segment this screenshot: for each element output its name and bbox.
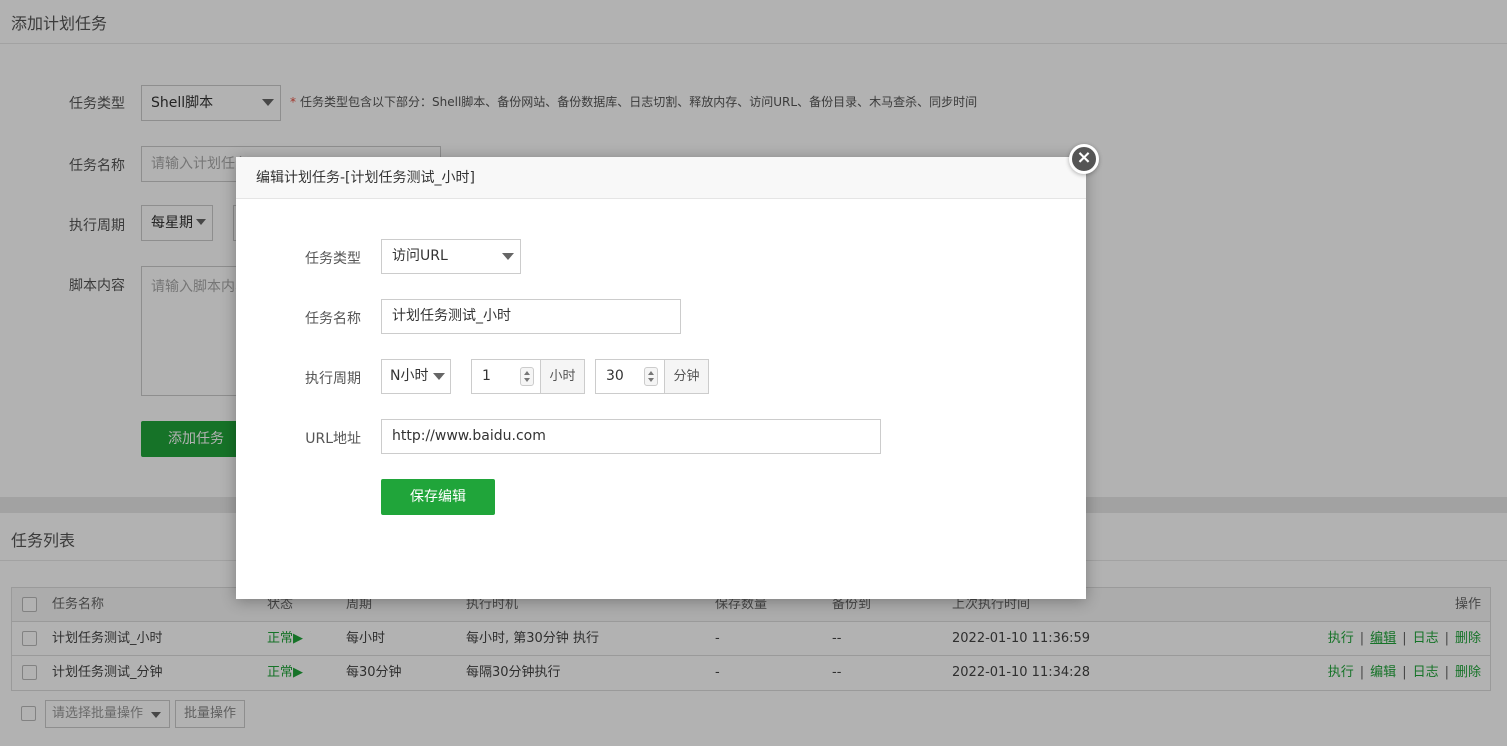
modal-url-value: http://www.baidu.com [392,428,546,444]
edit-task-modal: 编辑计划任务-[计划任务测试_小时] 任务类型 访问URL 任务名称 计划任务测… [236,157,1086,599]
stepper-arrows-icon[interactable] [644,367,658,386]
save-edit-button[interactable]: 保存编辑 [381,479,495,515]
minutes-stepper[interactable]: 30 [595,359,665,394]
modal-task-type-select[interactable]: 访问URL [381,239,521,274]
hours-stepper[interactable]: 1 [471,359,541,394]
modal-task-type-value: 访问URL [392,248,448,264]
hours-value: 1 [482,368,491,384]
modal-task-name-value: 计划任务测试_小时 [392,308,511,324]
hours-unit: 小时 [541,359,585,394]
modal-url-input[interactable]: http://www.baidu.com [381,419,881,454]
modal-cycle-label: 执行周期 [305,371,361,387]
chevron-down-icon [502,253,514,260]
modal-task-type-label: 任务类型 [305,251,361,267]
modal-url-label: URL地址 [305,431,361,447]
minutes-unit: 分钟 [665,359,709,394]
minutes-value: 30 [606,368,624,384]
modal-task-name-label: 任务名称 [305,311,361,327]
modal-title: 编辑计划任务-[计划任务测试_小时] [236,157,1086,199]
close-icon[interactable]: × [1069,144,1099,174]
chevron-down-icon [433,373,445,380]
modal-task-name-input[interactable]: 计划任务测试_小时 [381,299,681,334]
modal-cycle-value: N小时 [390,368,429,384]
stepper-arrows-icon[interactable] [520,367,534,386]
